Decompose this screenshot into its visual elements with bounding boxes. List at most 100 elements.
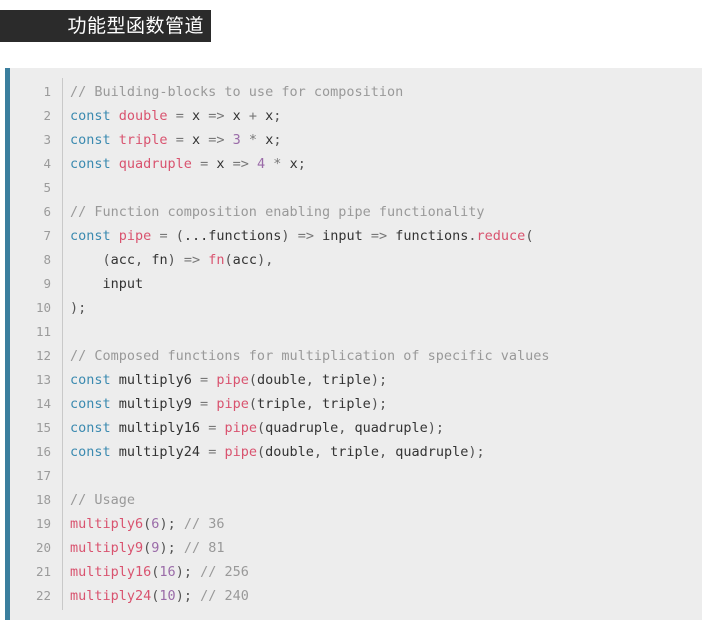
code-token-op: = — [175, 132, 184, 148]
code-token-num: 10 — [159, 588, 176, 604]
code-line-text[interactable]: const multiply16 = pipe(quadruple, quadr… — [51, 416, 702, 440]
code-token-op: => — [370, 228, 388, 244]
code-token-punct: ; — [183, 564, 192, 580]
code-token-comment: // 81 — [183, 540, 225, 556]
code-line: 14 const multiply9 = pipe(triple, triple)… — [10, 392, 702, 416]
code-token-punct: ; — [476, 444, 485, 460]
code-token-keyword: const — [70, 444, 111, 460]
code-token-plain: x — [281, 156, 298, 172]
code-token-num: 3 — [232, 132, 241, 148]
code-token-comment: // 240 — [200, 588, 249, 604]
code-line: 16 const multiply24 = pipe(double, triple… — [10, 440, 702, 464]
line-number: 6 — [43, 204, 51, 219]
code-token-punct: ( — [248, 396, 257, 412]
code-line-text[interactable]: const triple = x => 3 * x; — [51, 128, 702, 152]
code-line: 17 — [10, 464, 702, 488]
code-token-punct: ) — [468, 444, 477, 460]
code-token-punct: ; — [273, 108, 282, 124]
code-line-text[interactable]: const double = x => x + x; — [51, 104, 702, 128]
code-token-punct: ( — [102, 252, 111, 268]
code-line-text[interactable]: input — [51, 272, 702, 296]
code-token-punct: ( — [175, 228, 184, 244]
code-token-keyword: const — [70, 132, 111, 148]
code-token-plain: quadruple — [387, 444, 469, 460]
code-line: 10); — [10, 296, 702, 320]
code-line-text[interactable]: // Building-blocks to use for compositio… — [51, 80, 702, 104]
code-line-text[interactable]: const quadruple = x => 4 * x; — [51, 152, 702, 176]
code-line: 5 — [10, 176, 702, 200]
code-block: 1 // Building-blocks to use for compositi… — [5, 68, 702, 620]
code-line-text[interactable]: (acc, fn) => fn(acc), — [51, 248, 702, 272]
page-title: 功能型函数管道 — [67, 14, 204, 37]
code-line-text[interactable]: // Function composition enabling pipe fu… — [51, 200, 702, 224]
code-line-text[interactable]: multiply6(6); // 36 — [51, 512, 702, 536]
code-token-punct: , — [135, 252, 144, 268]
line-number: 3 — [43, 132, 51, 147]
code-token-fn: pipe — [224, 420, 257, 436]
line-number: 10 — [35, 300, 51, 315]
code-token-fn: pipe — [216, 372, 249, 388]
code-token-op: => — [208, 108, 225, 124]
code-token-fn: pipe — [118, 228, 152, 244]
line-number: 21 — [35, 564, 51, 579]
code-line: 4 const quadruple = x => 4 * x; — [10, 152, 702, 176]
code-token-fn: multiply16 — [70, 564, 152, 580]
code-token-punct: ) — [281, 228, 290, 244]
code-token-plain: x — [183, 132, 209, 148]
code-token-punct: ) — [175, 588, 184, 604]
code-line: 20 multiply9(9); // 81 — [10, 536, 702, 560]
code-token-comment: // Function composition enabling pipe fu… — [70, 204, 485, 220]
code-line-text[interactable] — [51, 320, 702, 344]
code-line-text[interactable]: multiply9(9); // 81 — [51, 536, 702, 560]
code-token-fn: triple — [118, 132, 168, 148]
code-line-text[interactable]: const multiply9 = pipe(triple, triple); — [51, 392, 702, 416]
code-lines-container: 1 // Building-blocks to use for compositi… — [10, 80, 702, 608]
code-token-fn: pipe — [224, 444, 257, 460]
code-token-plain: ...functions — [183, 228, 282, 244]
code-line-text[interactable] — [51, 176, 702, 200]
gutter-separator — [62, 78, 63, 610]
code-token-punct: ) — [370, 396, 379, 412]
code-token-plain: functions — [387, 228, 469, 244]
code-line-text[interactable]: const pipe = (...functions) => input => … — [51, 224, 702, 248]
code-token-punct: ) — [167, 252, 176, 268]
code-line-text[interactable]: multiply24(10); // 240 — [51, 584, 702, 608]
code-line-text[interactable]: ); — [51, 296, 702, 320]
code-token-fn: double — [118, 108, 168, 124]
line-number: 22 — [35, 588, 51, 603]
line-number: 14 — [35, 396, 51, 411]
code-line-text[interactable]: const multiply24 = pipe(double, triple, … — [51, 440, 702, 464]
code-token-op: => — [297, 228, 314, 244]
code-token-punct: ) — [70, 300, 79, 316]
code-token-punct: ; — [78, 300, 87, 316]
code-token-plain: fn — [143, 252, 168, 268]
code-line: 12 // Composed functions for multiplicati… — [10, 344, 702, 368]
page-title-bar: 功能型函数管道 — [0, 10, 211, 42]
code-token-plain: x — [257, 108, 274, 124]
line-number: 9 — [43, 276, 51, 291]
line-number: 19 — [35, 516, 51, 531]
code-token-plain: triple — [313, 396, 371, 412]
code-line-text[interactable]: multiply16(16); // 256 — [51, 560, 702, 584]
code-line-text[interactable]: // Usage — [51, 488, 702, 512]
code-token-plain: input — [313, 228, 371, 244]
code-line-text[interactable]: // Composed functions for multiplication… — [51, 344, 702, 368]
line-number: 4 — [43, 156, 51, 171]
code-token-op: => — [183, 252, 201, 268]
code-line-text[interactable] — [51, 464, 702, 488]
line-number: 12 — [35, 348, 51, 363]
line-number: 18 — [35, 492, 51, 507]
code-token-plain: quadruple — [346, 420, 428, 436]
code-block-inner: 1 // Building-blocks to use for compositi… — [10, 68, 702, 620]
code-token-plain: multiply24 — [110, 444, 209, 460]
code-line-text[interactable]: const multiply6 = pipe(double, triple); — [51, 368, 702, 392]
line-number: 11 — [35, 324, 51, 339]
code-line: 11 — [10, 320, 702, 344]
